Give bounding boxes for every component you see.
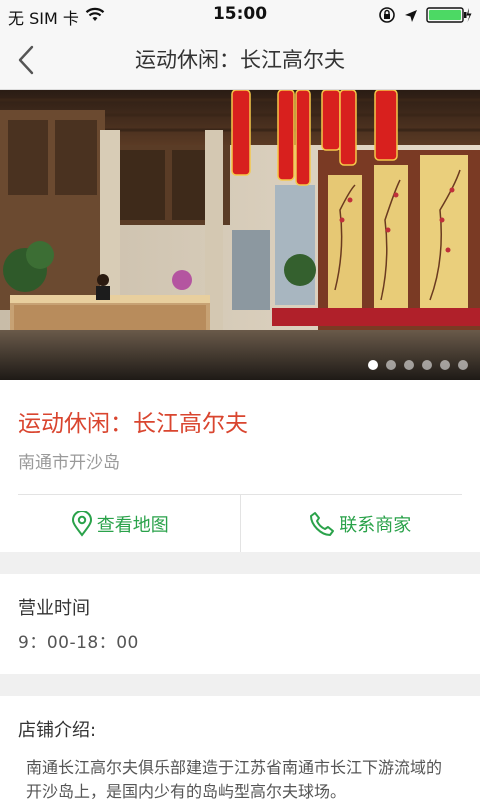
nav-bar: 运动休闲：长江高尔夫 [0, 30, 480, 90]
business-hours-title: 营业时间 [18, 598, 90, 619]
carousel-dot[interactable] [386, 360, 396, 370]
shop-intro-body: 南通长江高尔夫俱乐部建造于江苏省南通市长江下游流域的开沙岛上，是国内少有的岛屿型… [26, 758, 443, 800]
photo-carousel[interactable] [0, 90, 480, 380]
location-arrow-icon [404, 8, 418, 27]
shop-address: 南通市开沙岛 [18, 453, 120, 473]
page-title: 运动休闲：长江高尔夫 [135, 48, 345, 72]
status-bar: 无 SIM 卡 15:00 [0, 0, 480, 30]
view-map-button[interactable]: 查看地图 [0, 495, 240, 552]
view-map-label: 查看地图 [96, 514, 169, 536]
map-pin-icon [71, 510, 92, 537]
shop-intro-title: 店铺介绍: [18, 720, 97, 741]
rotation-lock-icon [378, 6, 396, 28]
carousel-dot[interactable] [440, 360, 450, 370]
shop-intro-card: 店铺介绍: 南通长江高尔夫俱乐部建造于江苏省南通市长江下游流域的开沙岛上，是国内… [0, 696, 480, 800]
carousel-dot[interactable] [458, 360, 468, 370]
carousel-dot[interactable] [422, 360, 432, 370]
lobby-photo [0, 90, 480, 380]
business-hours-card: 营业时间 9：00-18：00 [0, 574, 480, 674]
battery-icon [426, 6, 472, 28]
phone-icon [310, 511, 335, 536]
shop-info-card: 运动休闲：长江高尔夫 南通市开沙岛 查看地图 联系商家 [0, 380, 480, 552]
carousel-dot[interactable] [404, 360, 414, 370]
business-hours-value: 9：00-18：00 [18, 633, 139, 653]
contact-merchant-label: 联系商家 [339, 514, 412, 536]
chevron-left-icon [18, 45, 34, 75]
carousel-dots [368, 360, 468, 370]
contact-merchant-button[interactable]: 联系商家 [241, 495, 480, 552]
shop-name: 运动休闲：长江高尔夫 [18, 411, 248, 437]
status-right [378, 6, 472, 28]
carousel-dot[interactable] [368, 360, 378, 370]
action-row: 查看地图 联系商家 [0, 495, 480, 552]
back-button[interactable] [6, 40, 46, 80]
